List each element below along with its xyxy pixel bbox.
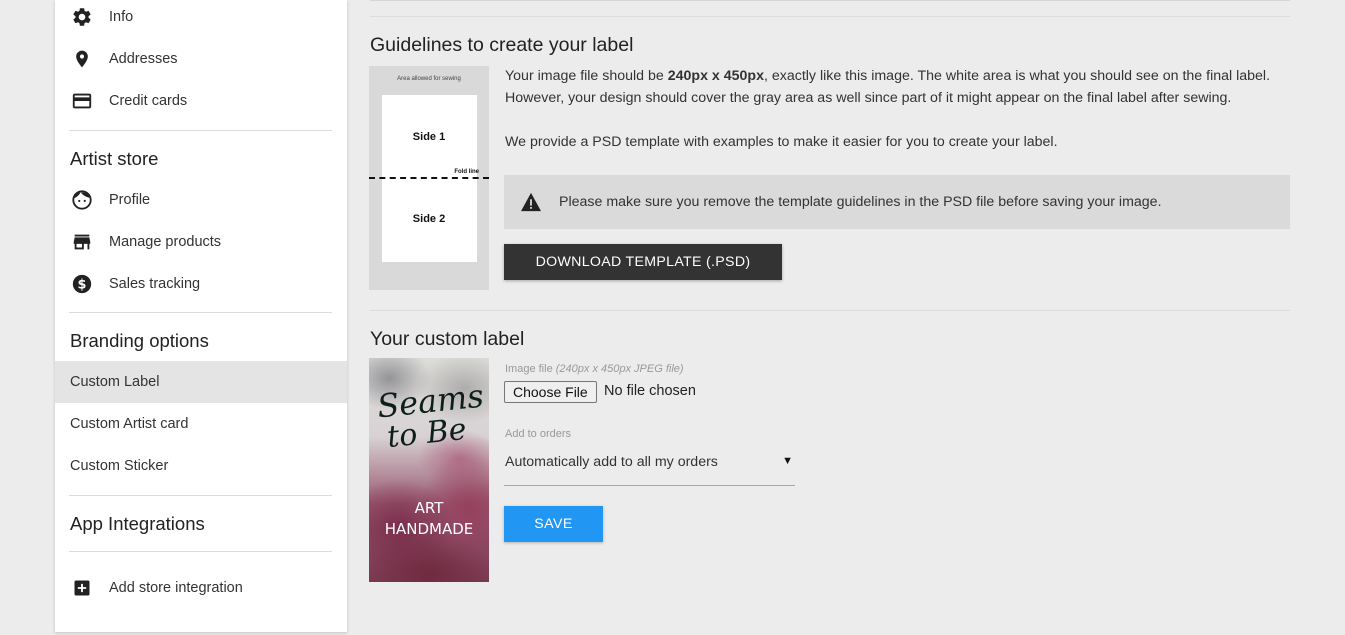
add-to-orders-label: Add to orders xyxy=(505,428,572,440)
label-guide-image: Area allowed for sewing Side 1 Fold line… xyxy=(369,66,489,290)
section-title-artist-store: Artist store xyxy=(70,148,159,169)
sidebar-item-label: Manage products xyxy=(109,234,222,250)
sidebar-item-label: Custom Label xyxy=(70,374,160,390)
add-to-orders-value: Automatically add to all my orders xyxy=(505,454,718,470)
warning-triangle-icon xyxy=(520,192,542,212)
fold-line-text: Fold line xyxy=(454,169,479,175)
sidebar-item-label: Custom Artist card xyxy=(70,416,189,432)
svg-text:$: $ xyxy=(78,278,87,293)
guidelines-text: Your image file should be 240px x 450px,… xyxy=(505,68,1271,106)
sidebar-item-custom-sticker[interactable]: Custom Sticker xyxy=(55,445,347,487)
sidebar-item-label: Credit cards xyxy=(109,93,188,109)
psd-template-text: We provide a PSD template with examples … xyxy=(505,134,1058,150)
sidebar-item-label: Sales tracking xyxy=(109,276,201,292)
location-pin-icon xyxy=(70,47,94,71)
sidebar-item-label: Profile xyxy=(109,192,151,208)
divider xyxy=(370,16,1290,17)
dropdown-arrow-icon: ▼ xyxy=(782,455,793,467)
sidebar-item-credit-cards[interactable]: Credit cards xyxy=(55,80,347,122)
warning-box: Please make sure you remove the template… xyxy=(504,175,1290,229)
section-title-branding: Branding options xyxy=(70,330,209,351)
sidebar-item-sales-tracking[interactable]: $ Sales tracking xyxy=(55,263,347,305)
divider xyxy=(69,495,332,496)
save-button[interactable]: SAVE xyxy=(504,506,603,542)
image-file-label: Image file (240px x 450px JPEG file) xyxy=(505,363,684,375)
divider xyxy=(69,551,332,552)
sidebar-item-profile[interactable]: Profile xyxy=(55,179,347,221)
custom-label-title: Your custom label xyxy=(370,328,525,350)
divider xyxy=(370,310,1290,311)
label-handmade-text: HANDMADE xyxy=(384,520,474,538)
sidebar-item-custom-label[interactable]: Custom Label xyxy=(55,361,347,403)
download-template-button[interactable]: DOWNLOAD TEMPLATE (.PSD) xyxy=(504,244,782,280)
dollar-circle-icon: $ xyxy=(70,272,94,296)
dimension-text: 240px x 450px xyxy=(667,68,764,84)
sidebar-item-manage-products[interactable]: Manage products xyxy=(55,221,347,263)
area-allowed-text: Area allowed for sewing xyxy=(397,76,461,82)
fold-line xyxy=(369,177,489,179)
store-icon xyxy=(70,230,94,254)
sidebar-item-custom-artist-card[interactable]: Custom Artist card xyxy=(55,403,347,445)
choose-file-button[interactable]: Choose File xyxy=(504,381,597,403)
warning-text: Please make sure you remove the template… xyxy=(559,194,1162,210)
side-1-text: Side 1 xyxy=(412,131,446,143)
side-2-text: Side 2 xyxy=(412,213,446,225)
credit-card-icon xyxy=(70,89,94,113)
add-to-orders-select[interactable]: Automatically add to all my orders ▼ xyxy=(504,448,795,486)
add-store-integration-button[interactable]: Add store integration xyxy=(55,567,347,609)
custom-label-preview-image: Seams to Be ART HANDMADE xyxy=(369,358,489,582)
gear-icon xyxy=(70,5,94,29)
sidebar-item-label: Info xyxy=(109,9,134,25)
sidebar-item-label: Add store integration xyxy=(109,580,243,596)
label-logo-text: to Be xyxy=(385,411,469,456)
sidebar-item-label: Custom Sticker xyxy=(70,458,169,474)
label-art-text: ART xyxy=(414,499,444,517)
sidebar-item-info[interactable]: Info xyxy=(55,0,347,38)
guidelines-title: Guidelines to create your label xyxy=(370,34,634,56)
face-icon xyxy=(70,188,94,212)
divider xyxy=(69,312,332,313)
plus-box-icon xyxy=(70,576,94,600)
sidebar-item-addresses[interactable]: Addresses xyxy=(55,38,347,80)
divider xyxy=(69,130,332,131)
divider xyxy=(370,0,1290,1)
sidebar: Info Addresses Credit cards Artist store… xyxy=(55,0,347,632)
section-title-app-integrations: App Integrations xyxy=(70,513,205,534)
no-file-text: No file chosen xyxy=(604,383,696,399)
sidebar-item-label: Addresses xyxy=(109,51,178,67)
